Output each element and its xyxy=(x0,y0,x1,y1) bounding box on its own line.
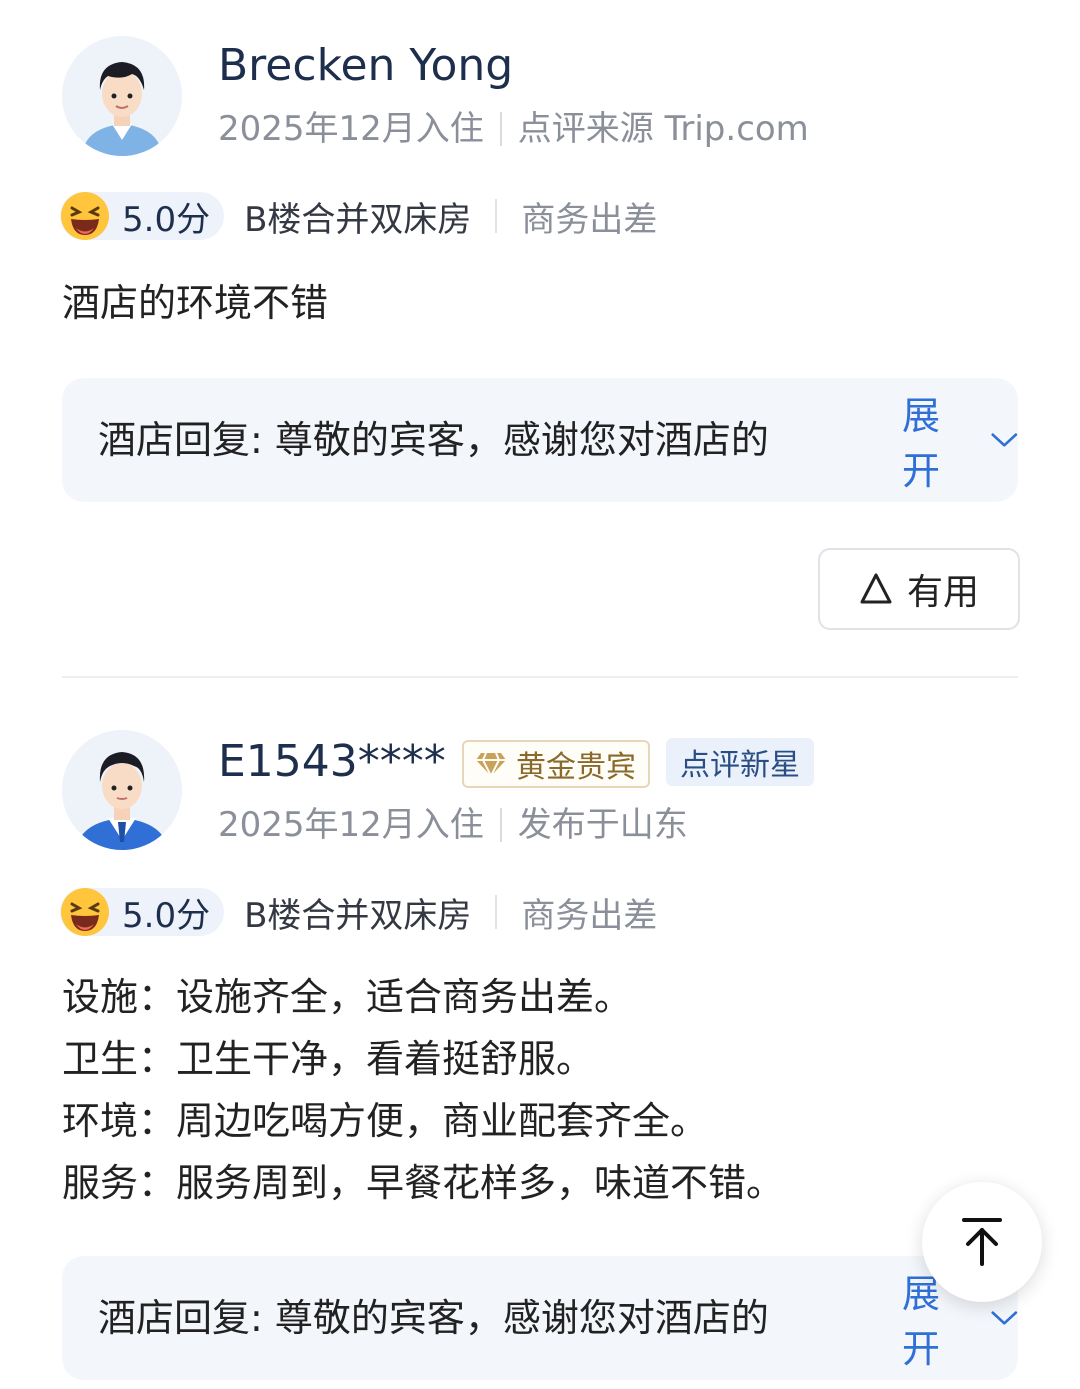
meta-divider xyxy=(499,112,502,146)
chevron-down-icon xyxy=(991,1311,1018,1325)
expand-button[interactable]: 展开 xyxy=(842,394,1018,493)
score-value: 5.0分 xyxy=(122,199,211,240)
star-badge-label: 点评新星 xyxy=(680,748,800,783)
rating-row: 5.0分 B楼合并双床房 商务出差 xyxy=(60,190,657,242)
review-divider xyxy=(62,676,1018,678)
chevron-down-icon xyxy=(991,433,1018,447)
review-line-hygiene: 卫生：卫生干净，看着挺舒服。 xyxy=(62,1037,595,1081)
score-badge: 5.0分 xyxy=(60,192,225,240)
review-meta: 2025年12月入住 点评来源 Trip.com xyxy=(218,112,809,146)
review-location: 发布于山东 xyxy=(517,805,688,845)
triangle-thumb-icon xyxy=(860,573,892,604)
useful-button[interactable]: 有用 xyxy=(818,548,1020,630)
stay-date: 2025年12月入住 xyxy=(218,805,484,845)
rating-divider xyxy=(495,199,498,233)
hotel-reply[interactable]: 酒店回复: 尊敬的宾客，感谢您对酒店的 展开 xyxy=(62,1256,1018,1380)
review-line-service: 服务：服务周到，早餐花样多，味道不错。 xyxy=(62,1161,785,1205)
gold-badge-label: 黄金贵宾 xyxy=(516,750,636,785)
username: E1543**** xyxy=(218,736,446,787)
meta-divider xyxy=(499,808,502,842)
useful-label: 有用 xyxy=(906,572,979,613)
review-content: 设施：设施齐全，适合商务出差。 卫生：卫生干净，看着挺舒服。 环境：周边吃喝方便… xyxy=(62,966,784,1214)
back-to-top-button[interactable] xyxy=(922,1182,1042,1302)
review-source: 点评来源 Trip.com xyxy=(517,109,809,149)
user-avatar[interactable] xyxy=(62,730,182,850)
rating-divider xyxy=(495,895,498,929)
score-badge: 5.0分 xyxy=(60,888,225,936)
review-card: Brecken Yong 2025年12月入住 点评来源 Trip.com 5.… xyxy=(0,0,1080,660)
trip-type: 商务出差 xyxy=(521,199,658,240)
room-type: B楼合并双床房 xyxy=(244,199,472,240)
user-avatar[interactable] xyxy=(62,36,182,156)
diamond-icon xyxy=(476,752,506,777)
laughing-face-icon xyxy=(61,888,109,936)
trip-type: 商务出差 xyxy=(521,895,658,936)
expand-label: 展开 xyxy=(902,394,941,493)
stay-date: 2025年12月入住 xyxy=(218,109,484,149)
hotel-reply-text: 酒店回复: 尊敬的宾客，感谢您对酒店的 xyxy=(98,1296,769,1340)
review-line-environment: 环境：周边吃喝方便，商业配套齐全。 xyxy=(62,1099,709,1143)
arrow-up-icon xyxy=(962,1218,1002,1266)
review-star-badge: 点评新星 xyxy=(666,738,814,786)
room-type: B楼合并双床房 xyxy=(244,895,472,936)
rating-row: 5.0分 B楼合并双床房 商务出差 xyxy=(60,886,657,938)
review-card: E1543**** 黄金贵宾 点评新星 2025年12月入住 发布于山东 5.0… xyxy=(0,700,1080,1389)
review-line-facilities: 设施：设施齐全，适合商务出差。 xyxy=(62,975,633,1019)
review-line: 酒店的环境不错 xyxy=(62,281,329,325)
username: Brecken Yong xyxy=(218,40,514,91)
hotel-reply[interactable]: 酒店回复: 尊敬的宾客，感谢您对酒店的 展开 xyxy=(62,378,1018,502)
score-value: 5.0分 xyxy=(122,895,211,936)
hotel-reply-text: 酒店回复: 尊敬的宾客，感谢您对酒店的 xyxy=(98,418,769,462)
review-content: 酒店的环境不错 xyxy=(62,272,328,334)
gold-member-badge: 黄金贵宾 xyxy=(462,740,650,788)
review-meta: 2025年12月入住 发布于山东 xyxy=(218,808,688,842)
laughing-face-icon xyxy=(61,192,109,240)
